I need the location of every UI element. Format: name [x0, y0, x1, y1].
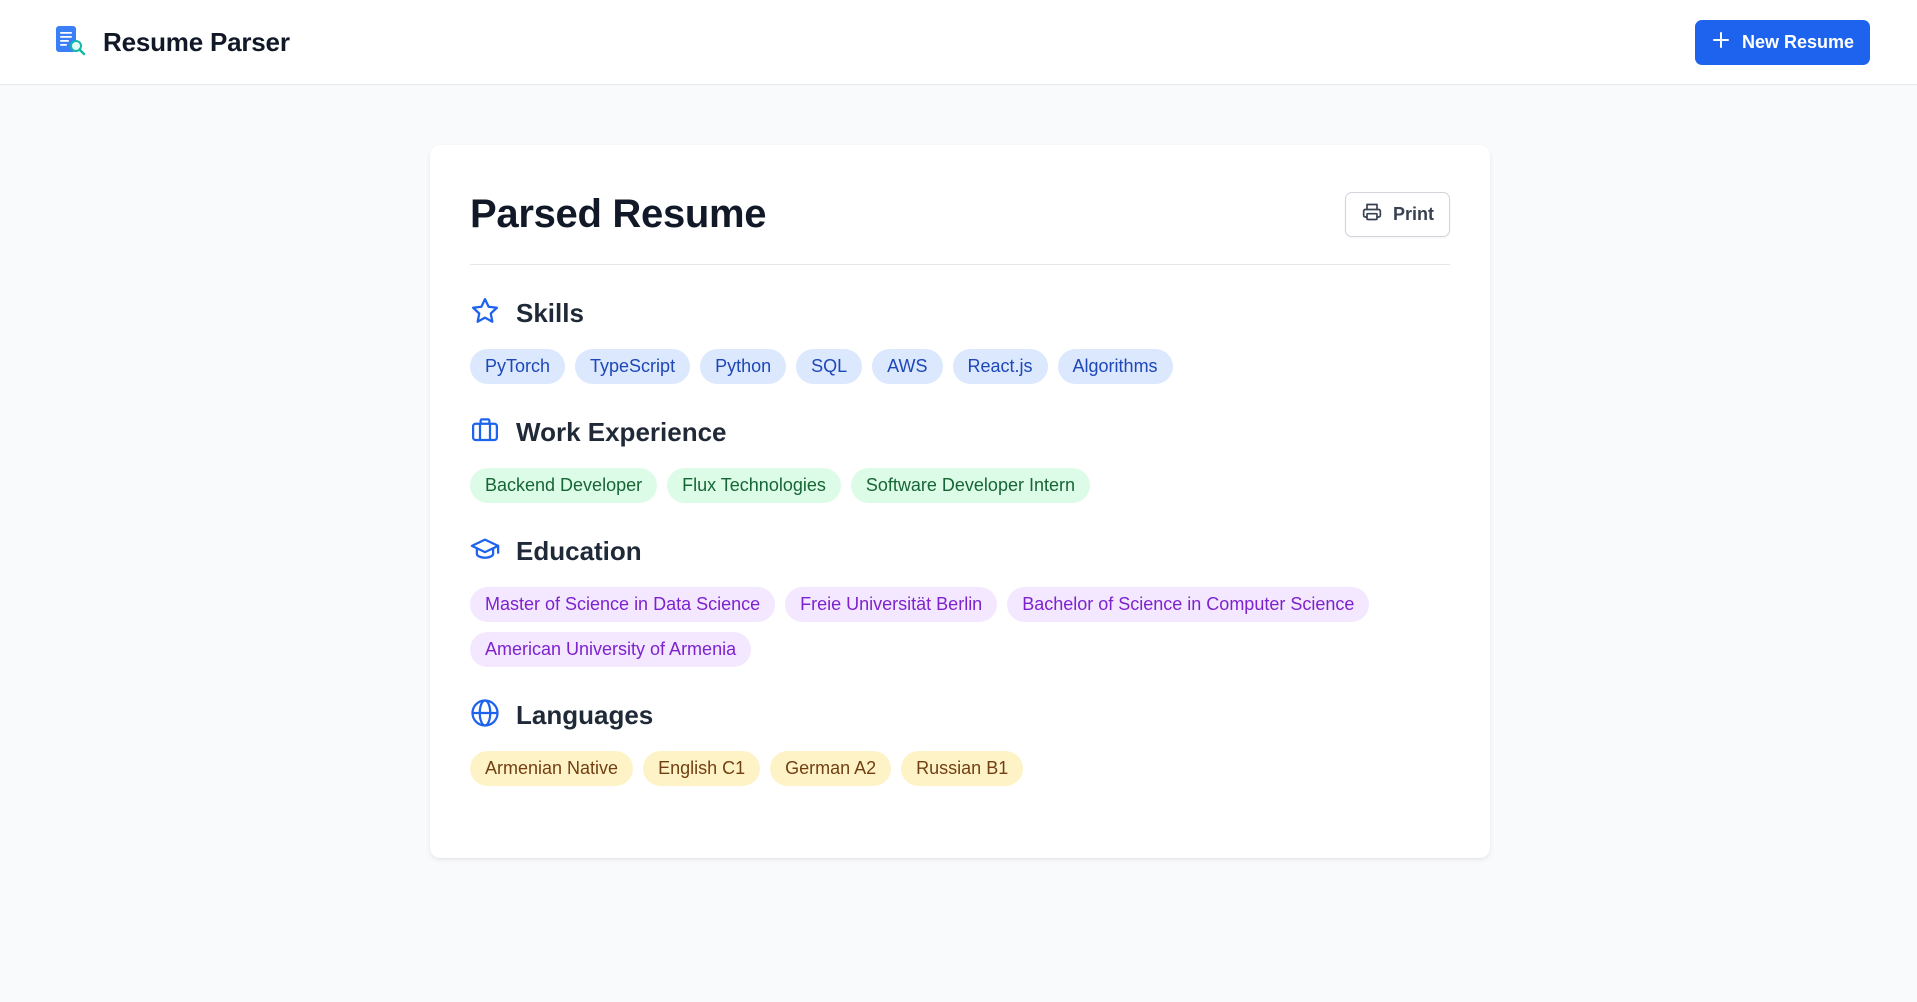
skills-section: Skills PyTorch TypeScript Python SQL AWS…	[470, 297, 1450, 384]
printer-icon	[1362, 202, 1382, 227]
education-chip: Bachelor of Science in Computer Science	[1007, 587, 1370, 622]
page-title: Parsed Resume	[470, 191, 767, 236]
languages-list: Armenian Native English C1 German A2 Rus…	[470, 751, 1450, 786]
work-experience-section: Work Experience Backend Developer Flux T…	[470, 416, 1450, 503]
skill-chip: PyTorch	[470, 349, 566, 384]
skills-list: PyTorch TypeScript Python SQL AWS React.…	[470, 349, 1450, 384]
plus-icon	[1712, 31, 1730, 54]
skill-chip: TypeScript	[575, 349, 691, 384]
document-search-icon	[54, 24, 86, 61]
header-divider	[470, 264, 1450, 265]
card-header: Parsed Resume Print	[470, 191, 1450, 237]
languages-section: Languages Armenian Native English C1 Ger…	[470, 698, 1450, 786]
education-header: Education	[470, 535, 1450, 567]
skills-title: Skills	[516, 297, 584, 328]
skill-chip: React.js	[952, 349, 1048, 384]
work-experience-header: Work Experience	[470, 416, 1450, 448]
work-chip: Software Developer Intern	[850, 468, 1090, 503]
work-chip: Backend Developer	[470, 468, 658, 503]
education-title: Education	[516, 535, 642, 566]
education-list: Master of Science in Data Science Freie …	[470, 587, 1450, 667]
language-chip: English C1	[643, 751, 761, 786]
parsed-resume-card: Parsed Resume Print Skills PyTorch TypeS…	[430, 145, 1490, 858]
skill-chip: SQL	[796, 349, 863, 384]
work-chip: Flux Technologies	[667, 468, 841, 503]
globe-icon	[470, 698, 500, 733]
new-resume-label: New Resume	[1741, 31, 1854, 52]
star-icon	[470, 296, 500, 331]
language-chip: Armenian Native	[470, 751, 634, 786]
language-chip: German A2	[770, 751, 892, 786]
work-experience-list: Backend Developer Flux Technologies Soft…	[470, 468, 1450, 503]
skill-chip: AWS	[872, 349, 943, 384]
languages-title: Languages	[516, 699, 654, 730]
education-chip: American University of Armenia	[470, 632, 752, 667]
new-resume-button[interactable]: New Resume	[1694, 19, 1870, 65]
briefcase-icon	[470, 415, 500, 450]
languages-header: Languages	[470, 698, 1450, 733]
graduation-cap-icon	[470, 534, 500, 569]
top-bar: Resume Parser New Resume	[0, 0, 1917, 85]
language-chip: Russian B1	[901, 751, 1024, 786]
print-button[interactable]: Print	[1344, 191, 1450, 237]
work-experience-title: Work Experience	[516, 416, 727, 447]
skill-chip: Algorithms	[1057, 349, 1173, 384]
print-label: Print	[1392, 203, 1434, 224]
skill-chip: Python	[700, 349, 787, 384]
education-section: Education Master of Science in Data Scie…	[470, 535, 1450, 667]
education-chip: Master of Science in Data Science	[470, 587, 776, 622]
brand[interactable]: Resume Parser	[54, 24, 290, 61]
education-chip: Freie Universität Berlin	[785, 587, 998, 622]
skills-header: Skills	[470, 297, 1450, 329]
app-title: Resume Parser	[103, 26, 290, 57]
